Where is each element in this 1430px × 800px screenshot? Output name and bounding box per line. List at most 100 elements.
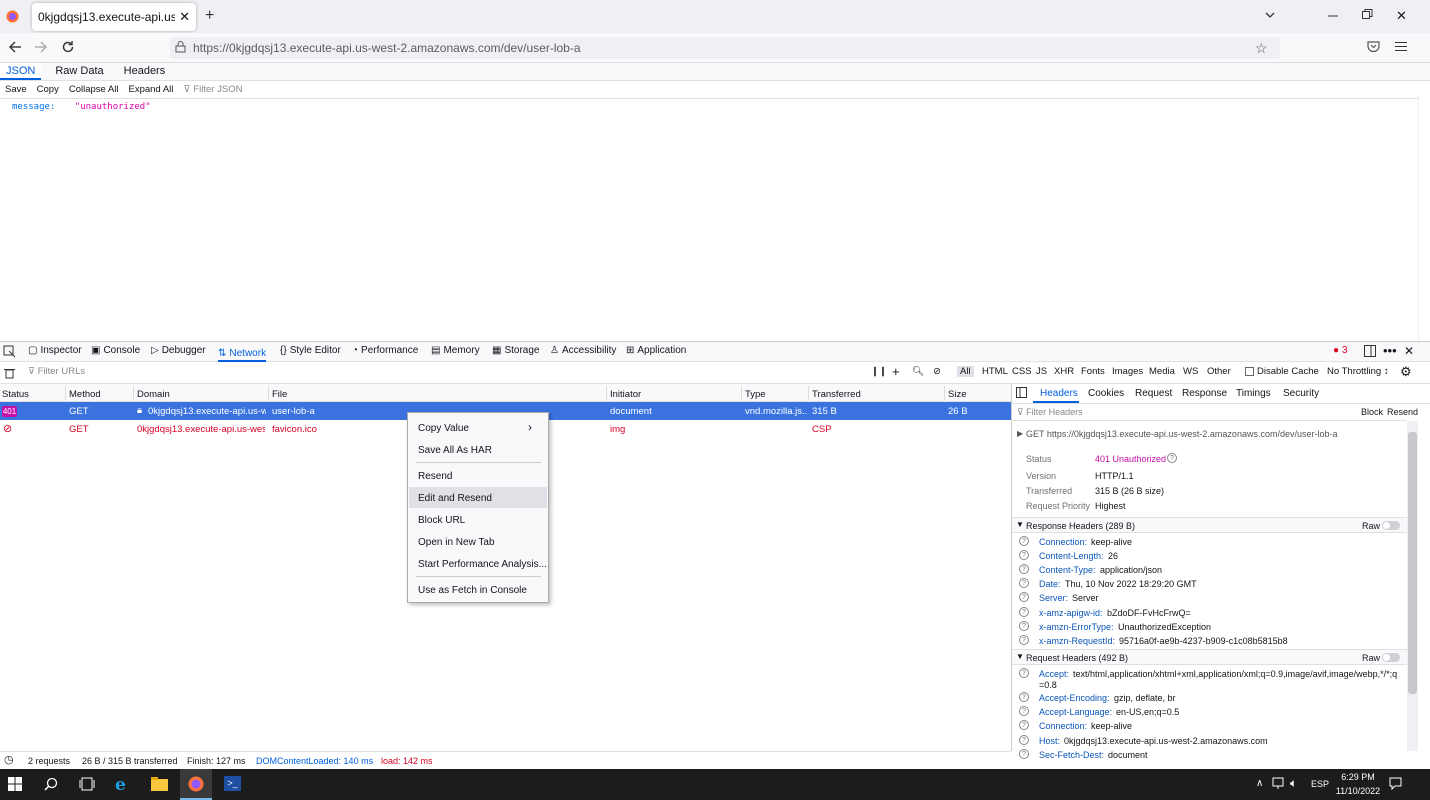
filter-css[interactable]: CSS xyxy=(1012,366,1032,377)
internet-explorer-icon[interactable]: e xyxy=(115,775,126,795)
app-menu-icon[interactable] xyxy=(1395,41,1407,52)
notifications-icon[interactable] xyxy=(1389,777,1402,790)
performance-analysis-icon[interactable]: ◷ xyxy=(4,753,14,766)
powershell-icon[interactable]: >_ xyxy=(224,776,241,791)
tab-json[interactable]: JSON xyxy=(0,63,42,80)
element-picker-icon[interactable] xyxy=(3,345,16,358)
scrollbar-thumb[interactable] xyxy=(1408,432,1417,694)
menu-item-copy-value[interactable]: Copy Value xyxy=(418,423,469,434)
column-divider[interactable] xyxy=(268,386,269,400)
help-icon[interactable]: ? xyxy=(1019,734,1029,745)
menu-item-resend[interactable]: Resend xyxy=(418,471,452,482)
error-count-badge[interactable]: ● 3 xyxy=(1333,345,1348,356)
tab-inspector[interactable]: ▢ Inspector xyxy=(28,345,82,356)
column-method[interactable]: Method xyxy=(69,389,101,400)
column-file[interactable]: File xyxy=(272,389,287,400)
file-explorer-icon[interactable] xyxy=(151,777,168,791)
filter-headers-input[interactable]: ⊽ Filter Headers xyxy=(1017,407,1083,418)
tab-application[interactable]: ⊞ Application xyxy=(626,345,686,356)
help-icon[interactable]: ? xyxy=(1019,748,1029,759)
filter-urls-input[interactable]: ⊽ Filter URLs xyxy=(28,366,85,377)
minimize-icon[interactable] xyxy=(1328,9,1338,21)
expand-all-button[interactable]: Expand All xyxy=(123,84,178,95)
pocket-icon[interactable] xyxy=(1367,40,1380,53)
block-button[interactable]: Block xyxy=(1361,407,1383,417)
column-status[interactable]: Status xyxy=(2,389,29,400)
help-icon[interactable]: ? xyxy=(1167,453,1177,463)
clock-date[interactable]: 11/10/2022 xyxy=(1333,786,1383,796)
collapse-arrow-icon[interactable]: ▼ xyxy=(1016,520,1024,529)
help-icon[interactable]: ? xyxy=(1019,606,1029,617)
network-icon[interactable] xyxy=(1272,777,1286,790)
column-transferred[interactable]: Transferred xyxy=(812,389,861,400)
tab-style-editor[interactable]: {} Style Editor xyxy=(280,345,341,356)
tab-performance[interactable]: ◔ Performance xyxy=(352,345,418,356)
help-icon[interactable]: ? xyxy=(1019,668,1029,678)
copy-button[interactable]: Copy xyxy=(32,84,64,95)
filter-html[interactable]: HTML xyxy=(982,366,1008,377)
close-window-icon[interactable]: ✕ xyxy=(1396,8,1407,24)
volume-muted-icon[interactable]: 🔈︎ xyxy=(1290,776,1297,791)
column-initiator[interactable]: Initiator xyxy=(610,389,641,400)
tab-storage[interactable]: ▦ Storage xyxy=(492,345,539,356)
add-icon[interactable]: + xyxy=(892,364,900,379)
show-hidden-icons-icon[interactable]: ∧ xyxy=(1256,778,1263,789)
json-row[interactable]: message: "unauthorized" xyxy=(12,102,151,112)
close-tab-icon[interactable]: ✕ xyxy=(179,9,190,25)
search-icon[interactable] xyxy=(44,777,58,791)
menu-item-fetch-console[interactable]: Use as Fetch in Console xyxy=(418,585,527,596)
menu-item-performance-analysis[interactable]: Start Performance Analysis... xyxy=(418,559,547,570)
clock-time[interactable]: 6:29 PM xyxy=(1336,772,1380,782)
disable-cache-checkbox[interactable]: Disable Cache xyxy=(1245,366,1319,377)
page-scrollbar[interactable] xyxy=(1418,96,1430,341)
tab-timings[interactable]: Timings xyxy=(1236,388,1271,399)
url-text[interactable]: https://0kjgdqsj13.execute-api.us-west-2… xyxy=(193,41,581,55)
tab-debugger[interactable]: ▷ Debugger xyxy=(151,345,206,356)
dock-icon[interactable] xyxy=(1364,345,1376,357)
new-tab-icon[interactable]: + xyxy=(205,7,214,25)
filter-xhr[interactable]: XHR xyxy=(1054,366,1074,377)
column-divider[interactable] xyxy=(606,386,607,400)
column-domain[interactable]: Domain xyxy=(137,389,170,400)
restore-icon[interactable] xyxy=(1362,9,1373,20)
tab-headers[interactable]: Headers xyxy=(1040,388,1078,399)
throttling-select[interactable]: No Throttling ↕ xyxy=(1327,366,1389,377)
lock-icon[interactable] xyxy=(175,40,186,53)
filter-images[interactable]: Images xyxy=(1112,366,1143,377)
search-icon[interactable]: 🔍︎ xyxy=(912,366,924,377)
clear-icon[interactable] xyxy=(4,367,15,379)
expand-arrow-icon[interactable]: ▶ xyxy=(1017,429,1023,438)
tab-network[interactable]: ⇅ Network xyxy=(218,342,267,362)
raw-toggle[interactable] xyxy=(1382,653,1400,662)
menu-item-open-new-tab[interactable]: Open in New Tab xyxy=(418,537,495,548)
tab-response[interactable]: Response xyxy=(1182,388,1227,399)
toggle-sidebar-icon[interactable] xyxy=(1016,387,1027,398)
filter-media[interactable]: Media xyxy=(1149,366,1175,377)
help-icon[interactable]: ? xyxy=(1019,620,1029,631)
filter-fonts[interactable]: Fonts xyxy=(1081,366,1105,377)
menu-item-edit-and-resend[interactable]: Edit and Resend xyxy=(418,493,492,504)
collapse-all-button[interactable]: Collapse All xyxy=(64,84,124,95)
collapse-arrow-icon[interactable]: ▼ xyxy=(1016,652,1024,661)
column-divider[interactable] xyxy=(808,386,809,400)
help-icon[interactable]: ? xyxy=(1019,536,1029,546)
settings-gear-icon[interactable]: ⚙ xyxy=(1400,364,1412,380)
filter-ws[interactable]: WS xyxy=(1183,366,1198,377)
tab-headers[interactable]: Headers xyxy=(118,63,172,80)
tab-security[interactable]: Security xyxy=(1283,388,1319,399)
block-icon[interactable]: ⊘ xyxy=(933,366,941,377)
column-divider[interactable] xyxy=(133,386,134,400)
firefox-view-icon[interactable] xyxy=(6,10,19,23)
more-options-icon[interactable]: ••• xyxy=(1383,343,1397,358)
back-icon[interactable] xyxy=(5,37,25,57)
menu-item-save-har[interactable]: Save All As HAR xyxy=(418,445,492,456)
pause-icon[interactable]: ❙❙ xyxy=(871,366,887,377)
reload-icon[interactable] xyxy=(58,37,78,57)
windows-start-icon[interactable] xyxy=(8,777,22,791)
column-divider[interactable] xyxy=(65,386,66,400)
tab-memory[interactable]: ▤ Memory xyxy=(431,345,480,356)
list-tabs-icon[interactable] xyxy=(1264,9,1276,21)
filter-json-input[interactable]: ⊽ Filter JSON xyxy=(178,84,247,95)
tab-accessibility[interactable]: ♙ Accessibility xyxy=(550,345,616,356)
help-icon[interactable]: ? xyxy=(1019,634,1029,645)
